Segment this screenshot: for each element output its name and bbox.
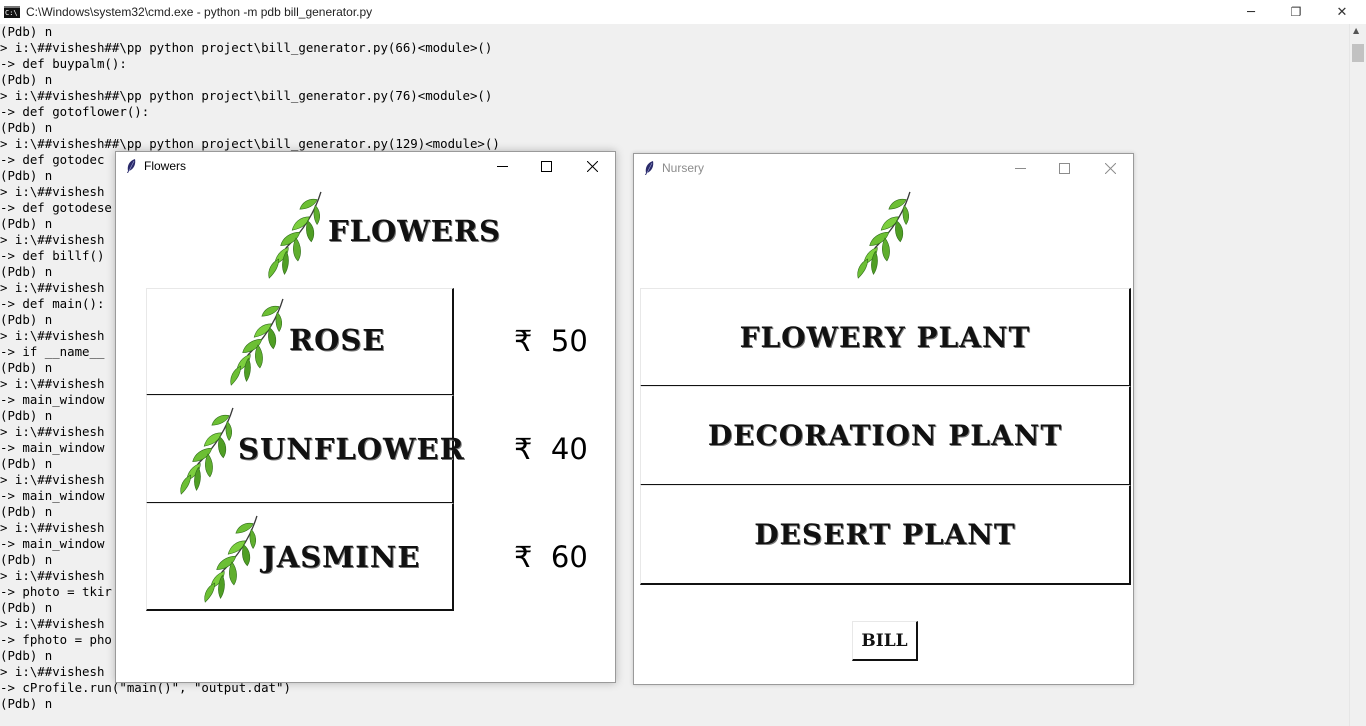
bill-button[interactable]: BILL [852, 621, 918, 661]
console-line: > i:\##vishesh [0, 328, 105, 343]
leaf-icon [180, 407, 234, 495]
console-line: -> main_window [0, 536, 105, 551]
rose-label: ROSE [289, 323, 386, 357]
flowers-maximize-button[interactable] [524, 152, 568, 181]
flowers-window-title: Flowers [144, 159, 187, 173]
decoration-plant-label: DECORATION PLANT [707, 419, 1063, 452]
console-line: (Pdb) n [0, 120, 53, 135]
minimize-icon [496, 166, 508, 167]
console-line: > i:\##vishesh [0, 232, 105, 247]
jasmine-button[interactable]: JASMINE [146, 503, 454, 611]
nursery-close-button[interactable] [1088, 154, 1132, 183]
cmd-icon: C:\ [4, 6, 20, 18]
console-scrollbar[interactable]: ▲ [1349, 24, 1366, 726]
console-line: -> fphoto = pho [0, 632, 112, 647]
console-line: > i:\##vishesh [0, 616, 105, 631]
console-line: -> def main(): [0, 296, 105, 311]
console-line: (Pdb) n [0, 504, 53, 519]
console-line: -> main_window [0, 440, 105, 455]
console-titlebar[interactable]: C:\ C:\Windows\system32\cmd.exe - python… [0, 0, 1366, 24]
console-line: (Pdb) n [0, 24, 53, 39]
rose-price: ₹ 50 [514, 324, 588, 358]
sunflower-price-value: 40 [550, 432, 588, 466]
nursery-window: Nursery FLOWERY PLANT DECORATION PLANT D… [633, 153, 1134, 685]
jasmine-price-value: 60 [550, 540, 588, 574]
console-line: -> def gotodec [0, 152, 105, 167]
scroll-up-arrow-icon[interactable]: ▲ [1353, 26, 1359, 35]
decoration-plant-button[interactable]: DECORATION PLANT [640, 386, 1131, 486]
flowery-plant-button[interactable]: FLOWERY PLANT [640, 288, 1131, 387]
console-line: (Pdb) n [0, 72, 53, 87]
rose-button[interactable]: ROSE [146, 288, 454, 396]
desert-plant-label: DESERT PLANT [754, 518, 1016, 551]
sunflower-button[interactable]: SUNFLOWER [146, 395, 464, 504]
flowers-heading: FLOWERS [328, 214, 501, 248]
console-line: (Pdb) n [0, 168, 53, 183]
rupee-icon: ₹ [514, 540, 533, 574]
console-line: > i:\##vishesh##\pp python project\bill_… [0, 40, 493, 55]
sunflower-price: ₹ 40 [514, 432, 588, 466]
console-line: (Pdb) n [0, 696, 53, 711]
rose-price-value: 50 [550, 324, 588, 358]
feather-icon [127, 159, 136, 173]
console-line: > i:\##vishesh [0, 424, 105, 439]
console-line: -> def gotoflower(): [0, 104, 150, 119]
console-line: (Pdb) n [0, 360, 53, 375]
console-line: -> def gotodese [0, 200, 112, 215]
console-line: (Pdb) n [0, 456, 53, 471]
minimize-icon [1014, 168, 1026, 169]
close-icon [586, 161, 598, 172]
console-line: -> if __name__ [0, 344, 105, 359]
rupee-icon: ₹ [514, 432, 533, 466]
console-line: > i:\##vishesh##\pp python project\bill_… [0, 136, 500, 151]
nursery-titlebar[interactable]: Nursery [634, 154, 1133, 183]
console-line: > i:\##vishesh [0, 472, 105, 487]
console-line: -> def buypalm(): [0, 56, 127, 71]
feather-icon [645, 161, 654, 175]
close-icon [1104, 163, 1116, 174]
leaf-logo-icon [857, 191, 911, 279]
console-line: -> def billf() [0, 248, 105, 263]
console-title: C:\Windows\system32\cmd.exe - python -m … [26, 5, 373, 19]
jasmine-price: ₹ 60 [514, 540, 588, 574]
console-restore-button[interactable]: ❐ [1273, 0, 1319, 24]
console-line: (Pdb) n [0, 600, 53, 615]
maximize-icon [540, 161, 552, 172]
console-line: -> main_window [0, 488, 105, 503]
console-line: > i:\##vishesh [0, 568, 105, 583]
leaf-logo-icon [268, 191, 322, 279]
desert-plant-button[interactable]: DESERT PLANT [640, 485, 1131, 585]
console-line: (Pdb) n [0, 648, 53, 663]
scroll-thumb[interactable] [1352, 44, 1364, 62]
console-line: -> main_window [0, 392, 105, 407]
console-line: (Pdb) n [0, 312, 53, 327]
rupee-icon: ₹ [514, 324, 533, 358]
maximize-icon [1058, 163, 1070, 174]
console-line: (Pdb) n [0, 408, 53, 423]
console-close-button[interactable]: ✕ [1319, 0, 1365, 24]
leaf-icon [204, 515, 258, 603]
sunflower-label: SUNFLOWER [238, 432, 465, 466]
leaf-icon [230, 298, 284, 386]
console-line: > i:\##vishesh [0, 184, 105, 199]
nursery-window-title: Nursery [662, 161, 705, 175]
console-line: > i:\##vishesh [0, 520, 105, 535]
console-line: > i:\##vishesh [0, 664, 105, 679]
flowers-titlebar[interactable]: Flowers [116, 152, 615, 181]
nursery-minimize-button[interactable] [998, 154, 1042, 183]
console-line: > i:\##vishesh [0, 376, 105, 391]
flowery-plant-label: FLOWERY PLANT [739, 320, 1031, 354]
console-line: (Pdb) n [0, 264, 53, 279]
console-line: (Pdb) n [0, 216, 53, 231]
console-line: (Pdb) n [0, 552, 53, 567]
flowers-close-button[interactable] [570, 152, 614, 181]
flowers-minimize-button[interactable] [480, 152, 524, 181]
console-line: > i:\##vishesh [0, 280, 105, 295]
console-minimize-button[interactable]: ─ [1228, 0, 1274, 24]
flowers-window: Flowers FLOWERS ROSE ₹ 50 SUNFLOWER ₹ 40… [115, 151, 616, 683]
nursery-maximize-button[interactable] [1042, 154, 1086, 183]
console-line: -> photo = tkir [0, 584, 112, 599]
jasmine-label: JASMINE [262, 540, 421, 574]
console-line: > i:\##vishesh##\pp python project\bill_… [0, 88, 493, 103]
